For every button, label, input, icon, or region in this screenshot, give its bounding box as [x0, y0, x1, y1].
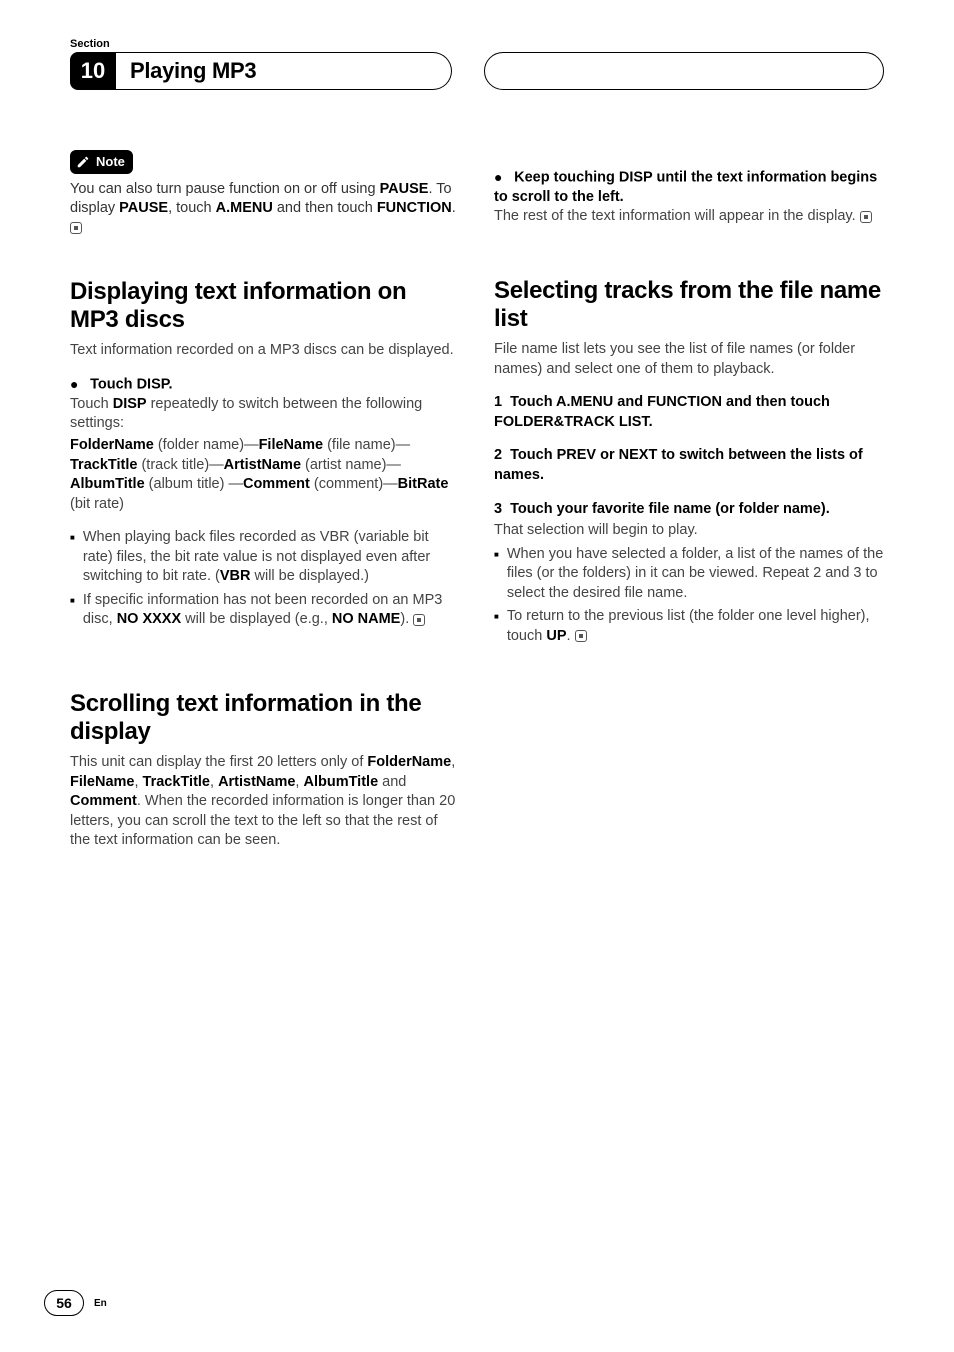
- step-touch-disp: ● Touch DISP.: [70, 375, 460, 395]
- paragraph: That selection will begin to play.: [494, 521, 884, 541]
- body-bold: FolderName: [367, 754, 451, 770]
- list-item: ■ When playing back files recorded as VB…: [70, 528, 460, 587]
- li-bold: UP: [546, 628, 566, 644]
- note-bold: A.MENU: [216, 200, 273, 216]
- blank-pill-right: [484, 52, 884, 90]
- body-bold: FileName: [70, 774, 134, 790]
- end-mark-icon: [575, 630, 587, 642]
- seq-desc: (track title)—: [137, 457, 223, 473]
- end-mark-icon: [70, 222, 82, 234]
- seq-item: AlbumTitle: [70, 476, 145, 492]
- body-text: and: [378, 774, 406, 790]
- right-column: ● Keep touching DISP until the text info…: [494, 150, 884, 865]
- list-item: ■ To return to the previous list (the fo…: [494, 607, 884, 646]
- body-bold: ArtistName: [218, 774, 295, 790]
- paragraph: This unit can display the first 20 lette…: [70, 753, 460, 851]
- end-mark-icon: [413, 614, 425, 626]
- li-bold: NO NAME: [332, 611, 400, 627]
- heading-selecting-tracks: Selecting tracks from the file name list: [494, 277, 884, 332]
- body-text: This unit can display the first 20 lette…: [70, 754, 367, 770]
- seq-item: ArtistName: [224, 457, 301, 473]
- numbered-step-2: 2 Touch PREV or NEXT to switch between t…: [494, 446, 884, 485]
- step-text: Touch A.MENU and FUNCTION and then touch…: [494, 394, 830, 430]
- seq-desc: (folder name)—: [154, 437, 259, 453]
- square-bullet-icon: ■: [70, 591, 75, 630]
- paragraph: Touch DISP repeatedly to switch between …: [70, 395, 460, 434]
- header-row: 10 Playing MP3: [70, 52, 884, 90]
- li-bold: NO XXXX: [117, 611, 181, 627]
- end-mark-icon: [860, 211, 872, 223]
- footer: 56 En: [44, 1290, 107, 1316]
- step-keep-touching-disp: ● Keep touching DISP until the text info…: [494, 168, 884, 207]
- seq-desc: (file name)—: [323, 437, 410, 453]
- chapter-number-badge: 10: [70, 52, 116, 90]
- seq-desc: (bit rate): [70, 496, 124, 512]
- step-text: Keep touching DISP until the text inform…: [494, 169, 877, 205]
- body-bold: Comment: [70, 793, 137, 809]
- body-text: Touch: [70, 396, 113, 412]
- paragraph: The rest of the text information will ap…: [494, 207, 884, 227]
- li-text: When you have selected a folder, a list …: [507, 545, 884, 604]
- seq-item: TrackTitle: [70, 457, 137, 473]
- square-bullet-icon: ■: [494, 607, 499, 646]
- seq-desc: (album title) —: [145, 476, 243, 492]
- note-bold: PAUSE: [119, 200, 168, 216]
- numbered-step-3: 3 Touch your favorite file name (or fold…: [494, 500, 884, 520]
- seq-item: FileName: [259, 437, 323, 453]
- note-bold: PAUSE: [380, 181, 429, 197]
- note-text: , touch: [168, 200, 216, 216]
- square-bullet-icon: ■: [70, 528, 75, 587]
- heading-display-text-info: Displaying text information on MP3 discs: [70, 278, 460, 333]
- body-bold: TrackTitle: [143, 774, 210, 790]
- language-code: En: [94, 1298, 107, 1309]
- section-label: Section: [70, 38, 884, 50]
- step-text: Touch DISP.: [90, 376, 172, 392]
- body-text: ,: [210, 774, 218, 790]
- seq-item: FolderName: [70, 437, 154, 453]
- step-text: Touch your favorite file name (or folder…: [510, 501, 830, 517]
- heading-scrolling-text: Scrolling text information in the displa…: [70, 690, 460, 745]
- li-text: ).: [400, 611, 409, 627]
- li-text: .: [567, 628, 571, 644]
- body-bold: DISP: [113, 396, 147, 412]
- paragraph: Text information recorded on a MP3 discs…: [70, 341, 460, 361]
- li-text: will be displayed (e.g.,: [181, 611, 332, 627]
- body-text: ,: [134, 774, 142, 790]
- li-bold: VBR: [220, 568, 251, 584]
- note-bold: FUNCTION: [377, 200, 452, 216]
- list-item: ■ When you have selected a folder, a lis…: [494, 545, 884, 604]
- left-column: Note You can also turn pause function on…: [70, 150, 460, 865]
- page-number: 56: [44, 1290, 84, 1316]
- body-text: ,: [451, 754, 455, 770]
- chapter-title: Playing MP3: [130, 58, 256, 84]
- pencil-icon: [76, 155, 90, 169]
- note-badge: Note: [70, 150, 133, 174]
- list-item: ■ If specific information has not been r…: [70, 591, 460, 630]
- note-label: Note: [96, 153, 125, 171]
- chapter-title-pill: Playing MP3: [112, 52, 452, 90]
- display-sequence: FolderName (folder name)—FileName (file …: [70, 436, 460, 514]
- square-bullet-icon: ■: [494, 545, 499, 604]
- li-text: will be displayed.): [250, 568, 368, 584]
- paragraph: File name list lets you see the list of …: [494, 340, 884, 379]
- seq-item: Comment: [243, 476, 310, 492]
- body-text: The rest of the text information will ap…: [494, 208, 856, 224]
- note-text: You can also turn pause function on or o…: [70, 181, 380, 197]
- numbered-step-1: 1 Touch A.MENU and FUNCTION and then tou…: [494, 393, 884, 432]
- note-body: You can also turn pause function on or o…: [70, 180, 460, 239]
- body-bold: AlbumTitle: [303, 774, 378, 790]
- seq-item: BitRate: [398, 476, 449, 492]
- seq-desc: (artist name)—: [301, 457, 401, 473]
- seq-desc: (comment)—: [310, 476, 398, 492]
- step-text: Touch PREV or NEXT to switch between the…: [494, 447, 863, 483]
- note-text: and then touch: [273, 200, 377, 216]
